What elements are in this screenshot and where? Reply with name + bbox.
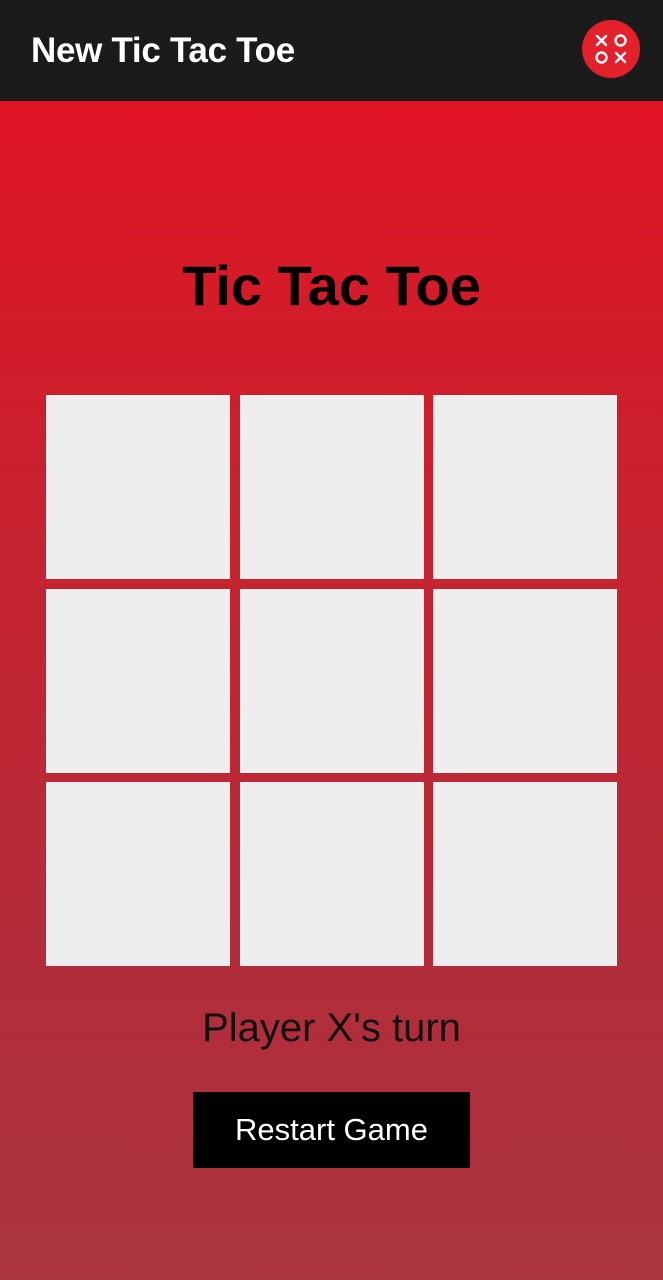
turn-status: Player X's turn <box>202 1006 461 1050</box>
app-title: New Tic Tac Toe <box>31 31 295 70</box>
board-cell-5[interactable] <box>240 589 424 773</box>
tic-tac-toe-icon <box>582 20 640 78</box>
board-cell-9[interactable] <box>433 782 617 966</box>
board-cell-7[interactable] <box>46 782 230 966</box>
board-cell-8[interactable] <box>240 782 424 966</box>
board-cell-1[interactable] <box>46 395 230 579</box>
board-cell-3[interactable] <box>433 395 617 579</box>
game-title: Tic Tac Toe <box>182 254 481 317</box>
board-cell-6[interactable] <box>433 589 617 773</box>
board-cell-2[interactable] <box>240 395 424 579</box>
app-bar: New Tic Tac Toe <box>0 0 663 101</box>
game-board <box>46 395 617 966</box>
game-area: Tic Tac Toe Player X's turn Restart Game <box>0 101 663 1280</box>
board-cell-4[interactable] <box>46 589 230 773</box>
restart-game-button[interactable]: Restart Game <box>193 1092 470 1168</box>
